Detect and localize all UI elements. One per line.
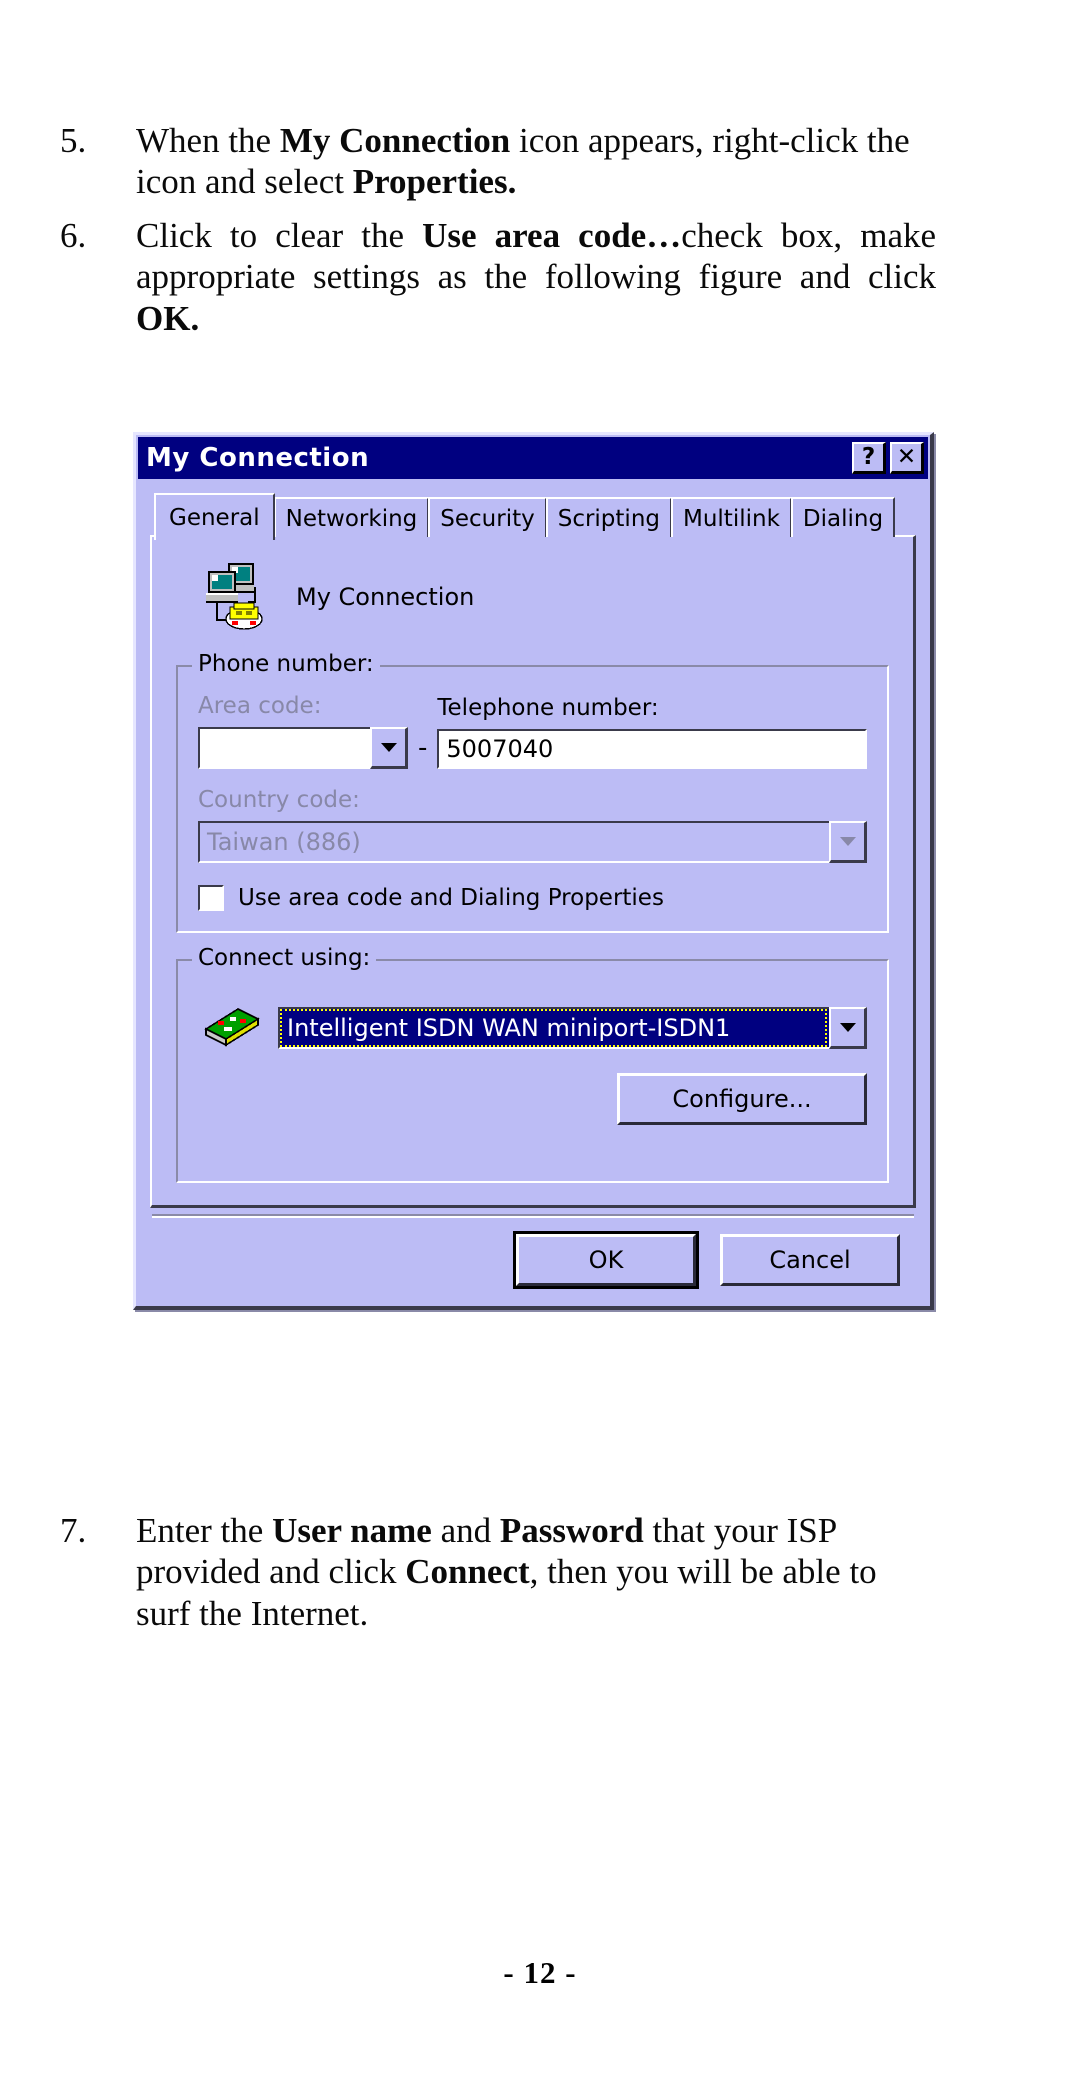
country-code-label: Country code: [198,787,360,813]
page-number: - 12 - [503,1955,577,1990]
instruction-step-5: 5. When the My Connection icon appears, … [60,120,940,203]
connect-device-value: Intelligent ISDN WAN miniport-ISDN1 [278,1007,829,1049]
tab-label: Security [440,506,535,532]
dialog-footer-buttons: OK Cancel [150,1218,916,1292]
configure-button[interactable]: Configure... [617,1073,867,1125]
area-code-dropdown-arrow[interactable] [370,727,408,769]
instruction-step-6: 6. Click to clear the Use area code…chec… [60,215,940,339]
country-code-value: Taiwan (886) [198,821,829,863]
area-code-label: Area code: [198,693,322,719]
area-code-value [198,727,370,769]
ok-button-label: OK [588,1246,624,1274]
connect-device-combo[interactable]: Intelligent ISDN WAN miniport-ISDN1 [278,1007,867,1049]
use-area-code-checkbox-row[interactable]: Use area code and Dialing Properties [198,885,867,911]
cancel-button-label: Cancel [769,1246,851,1274]
connect-using-group-title: Connect using: [192,945,377,971]
telephone-number-label: Telephone number: [437,695,659,721]
cancel-button[interactable]: Cancel [720,1234,900,1286]
phone-separator-dash: - [418,733,428,763]
dialog-titlebar: My Connection ? ✕ [138,437,928,479]
step-7-number: 7. [60,1511,87,1550]
tab-label: Scripting [557,506,660,532]
close-icon[interactable]: ✕ [890,442,924,474]
dialog-title: My Connection [146,443,370,473]
connection-name-label: My Connection [296,583,475,611]
tab-scripting[interactable]: Scripting [545,497,672,537]
general-tab-page: My Connection Phone number: Area code: - [150,535,916,1208]
tab-multilink[interactable]: Multilink [671,497,792,537]
use-area-code-checkbox[interactable] [198,885,224,911]
help-icon[interactable]: ? [852,442,886,474]
titlebar-button-group: ? ✕ [852,442,924,474]
dialog-tabstrip: General Networking Security Scripting Multil… [150,491,916,540]
phone-number-group-title: Phone number: [192,651,380,677]
ok-button[interactable]: OK [513,1231,699,1289]
tab-label: Multilink [683,506,780,532]
step-7-text: Enter the User name and Password that yo… [136,1511,877,1633]
dialup-networking-icon [198,559,270,635]
connection-header: My Connection [170,553,895,647]
network-adapter-icon [198,1001,262,1055]
connect-using-groupbox: Connect using: Intelligent ISDN WAN mini… [176,945,889,1183]
tab-security[interactable]: Security [428,497,547,537]
tab-label: General [169,505,260,531]
phone-number-groupbox: Phone number: Area code: - Telephone num… [176,651,889,933]
connect-device-dropdown-arrow[interactable] [829,1007,867,1049]
telephone-number-input[interactable]: 5007040 [437,729,867,769]
configure-button-label: Configure... [672,1085,812,1113]
step-5-text: When the My Connection icon appears, rig… [136,121,910,202]
tab-dialing[interactable]: Dialing [790,497,896,537]
tab-label: Networking [285,506,418,532]
country-code-combo[interactable]: Taiwan (886) [198,821,867,863]
area-code-combo[interactable] [198,727,408,769]
use-area-code-label: Use area code and Dialing Properties [238,885,664,911]
my-connection-properties-dialog: My Connection ? ✕ General Networking Secur… [133,432,934,1310]
tab-label: Dialing [802,506,884,532]
step-5-number: 5. [60,121,87,160]
telephone-number-value: 5007040 [446,735,554,763]
country-code-dropdown-arrow[interactable] [829,821,867,863]
step-6-text: Click to clear the Use area code…check b… [136,216,937,338]
tab-general[interactable]: General [154,493,275,540]
tab-networking[interactable]: Networking [273,497,430,537]
instruction-step-7: 7. Enter the User name and Password that… [60,1510,940,1634]
step-6-number: 6. [60,216,87,255]
